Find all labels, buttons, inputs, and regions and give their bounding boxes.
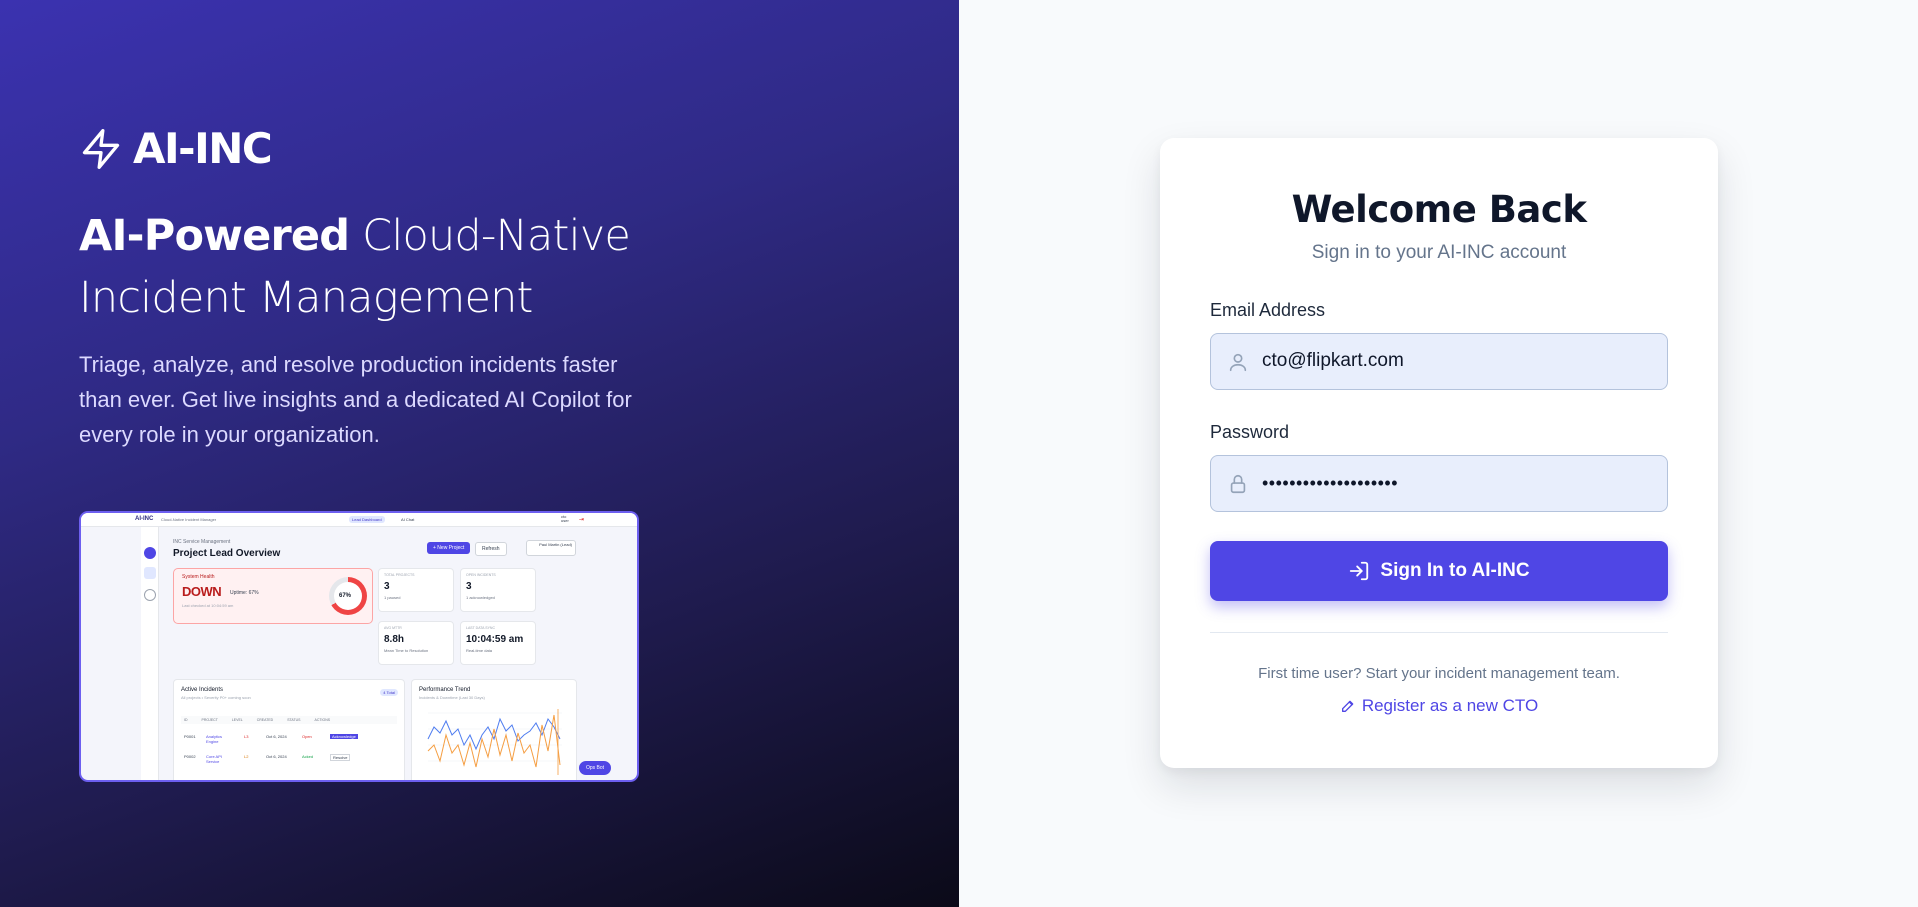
preview-topbar: AI-INC Cloud-Native Incident Manager Lea…	[81, 513, 637, 527]
col-project: PROJECT	[201, 718, 218, 722]
preview-health-card: System Health DOWN Uptime: 67% Last chec…	[173, 568, 373, 624]
stat-sub: Mean Time to Resolution	[384, 648, 429, 653]
stat-sub: 1 paused	[384, 595, 401, 600]
log-in-icon	[1350, 561, 1369, 581]
sign-in-label: Sign In to AI-INC	[1380, 560, 1530, 581]
stat-sub: Real-time data	[466, 648, 493, 653]
col-created: CREATED	[256, 718, 274, 722]
preview-health-note: Last checked at 10:04:59 am	[182, 603, 234, 608]
incidents-table-header: ID PROJECT LEVEL CREATED STATUS ACTIONS	[181, 716, 397, 724]
preview-refresh-button: Refresh	[475, 542, 507, 556]
stat-key: Avg MTTR	[384, 626, 402, 630]
row-id: P0002	[184, 754, 196, 759]
register-link[interactable]: Register as a new CTO	[1160, 696, 1718, 716]
row-created: Oct 6, 2024	[266, 754, 287, 759]
preview-user: cto user	[561, 514, 569, 523]
preview-lead-pill: Lead Dashboard	[349, 516, 385, 523]
preview-ai-chat: AI Chat	[401, 517, 415, 522]
row-status: Acked	[302, 754, 314, 759]
register-label: Register as a new CTO	[1361, 696, 1539, 715]
hero-headline: AI-Powered Cloud-Native Incident Managem…	[79, 205, 699, 329]
brand-logo: AI-INC	[79, 124, 273, 173]
user-icon	[1229, 353, 1247, 372]
row-id: P0001	[184, 734, 196, 739]
col-id: ID	[184, 718, 188, 722]
perf-line-downtime	[427, 714, 561, 768]
preview-new-project-button: + New Project	[427, 542, 471, 554]
preview-lead-select: Paul Martin (Lead)	[526, 540, 576, 556]
stat-value: 8.8h	[384, 634, 405, 645]
password-field[interactable]: ••••••••••••••••••••	[1210, 455, 1668, 512]
preview-health-status: DOWN	[182, 584, 222, 599]
row-project: Core API Service	[206, 754, 223, 764]
row-status: Open	[302, 734, 312, 739]
col-status: STATUS	[287, 718, 301, 722]
preview-stat-card: Total Projects 3 1 paused	[378, 568, 454, 612]
table-row: P0002 Core API Service L2 Oct 6, 2024 Ac…	[184, 752, 397, 768]
incidents-title: Active Incidents	[181, 687, 224, 693]
hero-tagline: Triage, analyze, and resolve production …	[79, 352, 632, 447]
lock-icon	[1230, 474, 1246, 494]
first-time-text: First time user? Start your incident man…	[1258, 665, 1620, 682]
preview-logo-sub: Cloud-Native Incident Manager	[161, 517, 217, 522]
preview-logo: AI-INC	[135, 516, 154, 522]
preview-sidebar	[141, 527, 159, 780]
preview-ops-bot-button: Ops Bot	[579, 761, 612, 775]
preview-section: INC Service Management	[173, 539, 231, 545]
stat-key: Last Data Sync	[466, 626, 495, 630]
preview-nav-home-icon	[144, 547, 156, 559]
pencil-icon	[1341, 700, 1354, 712]
perf-sub: Incidents & Downtime (Last 30 Days)	[419, 695, 485, 700]
row-action: Resolve	[330, 754, 351, 761]
preview-stat-card: Last Data Sync 10:04:59 am Real-time dat…	[460, 621, 536, 665]
sign-in-button[interactable]: Sign In to AI-INC	[1210, 541, 1668, 601]
row-project: Analytics Engine	[206, 734, 223, 744]
hero-panel: AI-INC AI-Powered Cloud-Native Incident …	[0, 0, 959, 907]
perf-line-incidents	[427, 717, 561, 751]
incidents-sub: All projects • Severity P0+ coming soon	[181, 695, 251, 700]
email-label: Email Address	[1210, 300, 1326, 320]
col-level: LEVEL	[231, 718, 243, 722]
preview-title: Project Lead Overview	[173, 548, 281, 559]
preview-incidents-panel: Active Incidents All projects • Severity…	[173, 679, 405, 780]
preview-stat-card: Open Incidents 3 1 acknowledged	[460, 568, 536, 612]
perf-trend-chart	[427, 709, 562, 775]
stat-value: 10:04:59 am	[466, 634, 524, 645]
password-label: Password	[1210, 422, 1290, 442]
preview-health-label: System Health	[182, 574, 215, 580]
incidents-total-badge: 4 Total	[380, 689, 398, 696]
password-value: ••••••••••••••••••••	[1262, 473, 1399, 493]
preview-nav-refresh-icon	[144, 589, 156, 601]
col-actions: ACTIONS	[314, 718, 331, 722]
row-level: L3	[244, 734, 249, 739]
hero-headline-bold: AI-Powered	[79, 211, 350, 261]
row-created: Oct 6, 2024	[266, 734, 287, 739]
stat-value: 3	[384, 581, 390, 592]
stat-sub: 1 acknowledged	[466, 595, 495, 600]
preview-nav-bell-icon	[144, 567, 156, 579]
stat-key: Open Incidents	[466, 573, 496, 577]
brand-name: AI-INC	[133, 124, 273, 173]
preview-health-uptime: Uptime: 67%	[230, 590, 259, 596]
perf-title: Performance Trend	[419, 687, 471, 693]
email-value: cto@flipkart.com	[1262, 350, 1404, 371]
table-row: P0001 Analytics Engine L3 Oct 6, 2024 Op…	[184, 732, 397, 748]
stat-value: 3	[466, 581, 472, 592]
row-action: Acknowledge	[330, 734, 358, 739]
preview-performance-panel: Performance Trend Incidents & Downtime (…	[411, 679, 577, 780]
preview-logout-icon: ⇥	[579, 517, 585, 523]
email-field[interactable]: cto@flipkart.com	[1210, 333, 1668, 390]
preview-stat-card: Avg MTTR 8.8h Mean Time to Resolution	[378, 621, 454, 665]
lightning-bolt-icon	[82, 128, 120, 169]
row-level: L2	[244, 754, 249, 759]
stat-key: Total Projects	[384, 573, 415, 577]
login-card: Welcome Back Sign in to your AI-INC acco…	[1160, 138, 1718, 768]
divider	[1210, 632, 1668, 633]
dashboard-preview: AI-INC Cloud-Native Incident Manager Lea…	[79, 511, 639, 782]
login-subtitle: Sign in to your AI-INC account	[1311, 242, 1567, 263]
login-title: Welcome Back	[1291, 188, 1587, 231]
preview-health-ring-label: 67%	[339, 593, 352, 599]
